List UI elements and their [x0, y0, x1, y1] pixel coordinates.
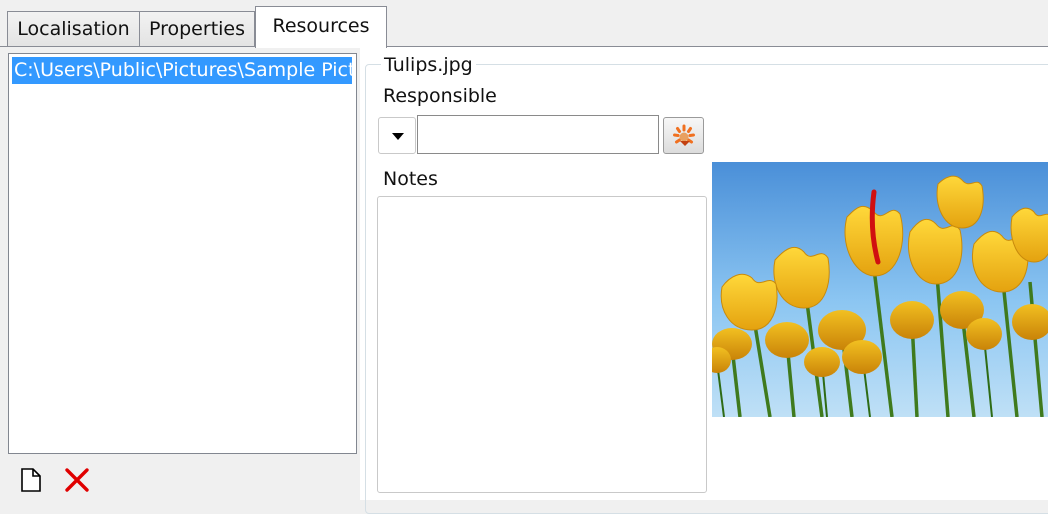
notes-label: Notes: [383, 168, 438, 190]
notes-field[interactable]: [377, 196, 707, 493]
delete-x-icon[interactable]: [63, 466, 91, 494]
tab-strip: Localisation Properties Resources: [0, 0, 1048, 48]
list-item[interactable]: C:\Users\Public\Pictures\Sample Pictures…: [12, 57, 352, 84]
tab-resources[interactable]: Resources: [255, 6, 387, 48]
picker-icon: [673, 124, 695, 146]
new-file-icon[interactable]: [20, 468, 42, 492]
group-title: Tulips.jpg: [381, 53, 476, 77]
responsible-picker-button[interactable]: [663, 117, 704, 154]
responsible-dropdown-button[interactable]: [378, 117, 416, 154]
chevron-down-icon: [392, 133, 404, 140]
responsible-input[interactable]: [417, 115, 659, 154]
tab-properties[interactable]: Properties: [139, 11, 255, 47]
tab-localisation[interactable]: Localisation: [7, 11, 140, 47]
responsible-label: Responsible: [383, 85, 497, 107]
resource-list[interactable]: C:\Users\Public\Pictures\Sample Pictures…: [8, 53, 357, 454]
resource-toolbar: [8, 459, 357, 500]
image-preview: [712, 162, 1048, 417]
